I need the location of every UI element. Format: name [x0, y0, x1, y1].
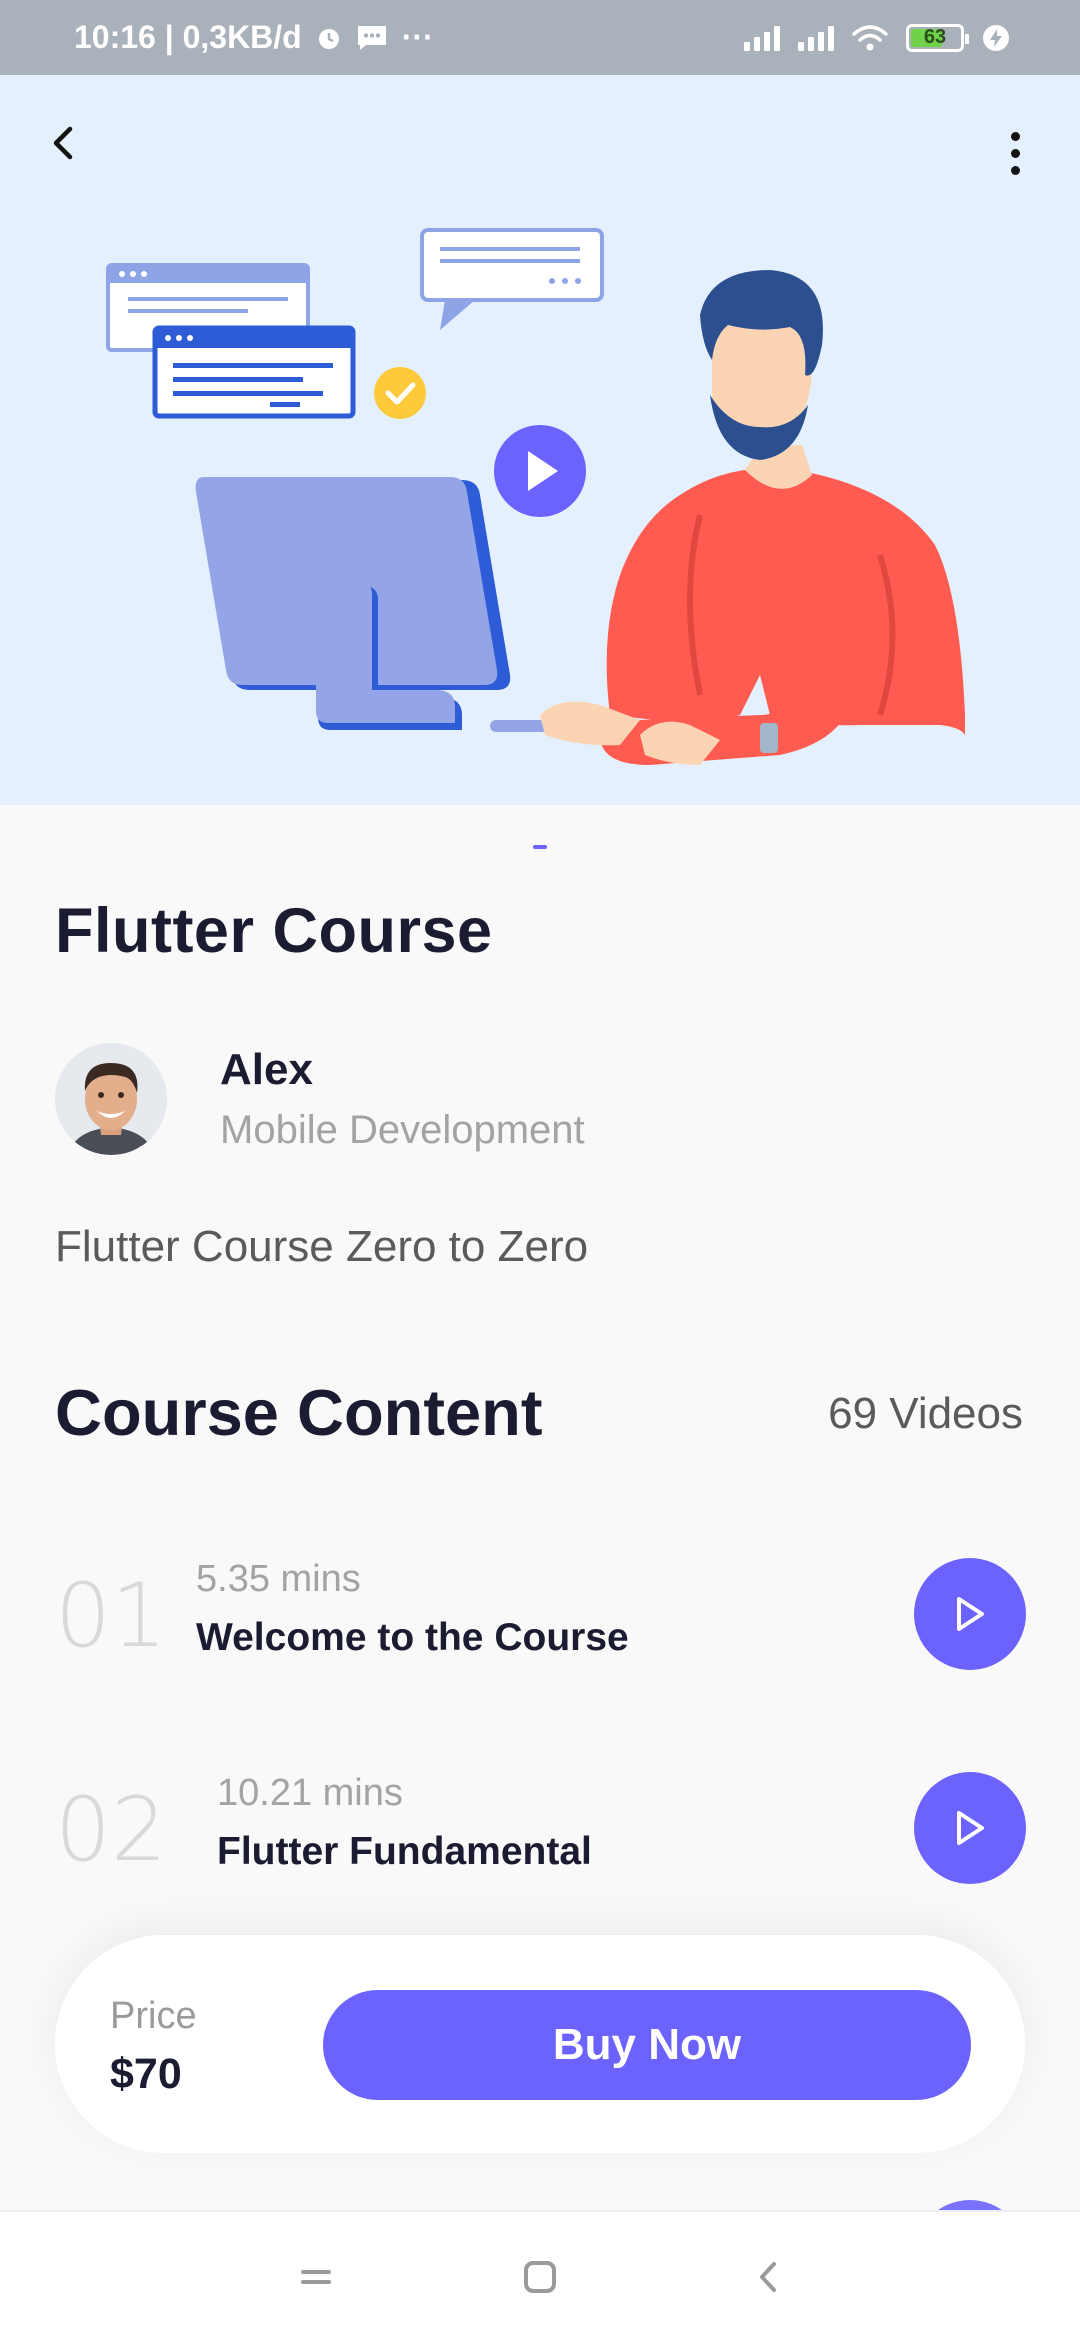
more-dot: [1010, 165, 1020, 175]
wifi-icon: [852, 24, 888, 50]
page-indicator: [533, 845, 547, 849]
course-illustration: [106, 228, 965, 765]
course-content-title: Course Content: [55, 1376, 543, 1449]
course-description: Flutter Course Zero to Zero: [55, 1222, 589, 1271]
purchase-card: Price $70 Buy Now: [55, 1935, 1025, 2153]
nav-back-button[interactable]: [738, 2247, 798, 2307]
status-left: 10:16 | 0,3KB/d ···: [74, 19, 434, 56]
charging-icon: [983, 24, 1009, 51]
lesson-title: Welcome to the Course: [196, 1616, 629, 1659]
play-button[interactable]: [914, 1558, 1026, 1670]
price-label: Price: [110, 1995, 197, 2037]
status-right: 63: [744, 23, 1010, 52]
lesson-title: Flutter Fundamental: [217, 1830, 592, 1873]
back-button[interactable]: [50, 125, 106, 181]
message-icon: [357, 25, 386, 50]
battery-level: 63: [923, 26, 947, 48]
lesson-item[interactable]: 01 5.35 mins Welcome to the Course: [0, 1558, 1080, 1678]
lesson-number: 01: [55, 1564, 167, 1667]
alarm-icon: [318, 28, 339, 49]
lesson-item[interactable]: 02 10.21 mins Flutter Fundamental: [0, 1772, 1080, 1892]
play-icon: [957, 1597, 984, 1631]
course-title: Flutter Course: [55, 896, 493, 966]
lesson-duration: 10.21 mins: [217, 1772, 403, 1814]
avatar-image: [55, 1043, 167, 1155]
lesson-duration: 5.35 mins: [196, 1558, 361, 1600]
author-name: Alex: [220, 1045, 313, 1094]
price-value: $70: [110, 2050, 182, 2098]
square-icon: [524, 2261, 556, 2293]
battery-icon: 63: [906, 23, 969, 52]
buy-now-button[interactable]: Buy Now: [323, 1990, 971, 2100]
more-dot: [1010, 131, 1020, 141]
signal-icon-2: [798, 25, 834, 51]
author-avatar[interactable]: [55, 1043, 167, 1155]
course-hero: [0, 75, 1080, 805]
status-bar: 10:16 | 0,3KB/d ··· 63: [0, 0, 1080, 75]
lesson-number: 02: [55, 1778, 167, 1881]
status-more-dots: ···: [401, 19, 434, 55]
more-dot: [1010, 148, 1020, 158]
system-nav-bar: [0, 2210, 1080, 2340]
video-count: 69 Videos: [828, 1389, 1023, 1438]
play-button[interactable]: [914, 1772, 1026, 1884]
menu-icon: [301, 2270, 331, 2284]
back-icon: [760, 2262, 776, 2292]
signal-icon: [744, 25, 780, 51]
chevron-left-icon: [53, 126, 73, 160]
nav-menu-button[interactable]: [286, 2247, 346, 2307]
nav-home-button[interactable]: [510, 2247, 570, 2307]
status-time: 10:16 | 0,3KB/d: [74, 19, 302, 55]
play-icon: [957, 1811, 984, 1845]
more-options-button[interactable]: [990, 125, 1040, 181]
author-role: Mobile Development: [220, 1108, 585, 1152]
